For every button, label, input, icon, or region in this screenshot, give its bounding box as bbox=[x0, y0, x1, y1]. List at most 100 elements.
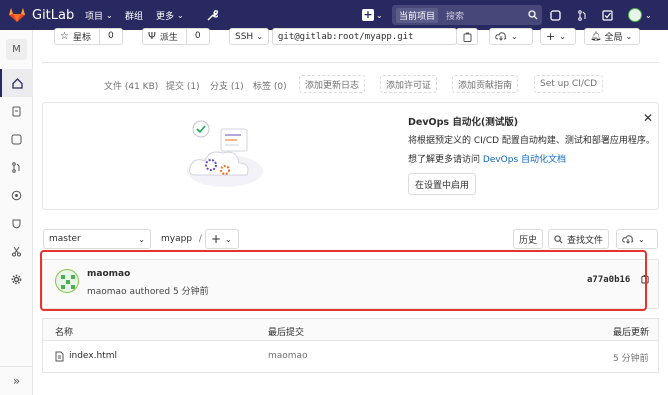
breadcrumb-project[interactable]: myapp bbox=[161, 234, 192, 244]
breadcrumb-separator: / bbox=[198, 234, 202, 244]
sidebar-item-project[interactable] bbox=[0, 69, 33, 97]
todos-icon[interactable] bbox=[602, 0, 613, 30]
file-last-commit[interactable]: maomao bbox=[268, 351, 308, 361]
star-label: 星标 bbox=[72, 33, 91, 43]
sidebar-item-repository[interactable] bbox=[0, 97, 33, 125]
nav-more[interactable]: 更多 ⌄ bbox=[156, 0, 184, 30]
sidebar-item-settings[interactable] bbox=[0, 265, 33, 293]
chevron-down-icon: ⌄ bbox=[559, 32, 566, 41]
plus-icon: + bbox=[546, 30, 556, 43]
column-header-last-update: 最后更新 bbox=[613, 328, 650, 338]
banner-title: DevOps 自动化(测试版) bbox=[408, 117, 519, 128]
add-to-tree-button[interactable]: + ⌄ bbox=[540, 28, 576, 45]
sidebar-item-merge-requests[interactable] bbox=[0, 153, 33, 181]
chevron-down-icon: ⌄ bbox=[177, 10, 184, 20]
chevron-down-icon: ⌄ bbox=[376, 10, 383, 20]
issues-icon[interactable] bbox=[550, 0, 561, 30]
sidebar-item-snippets[interactable] bbox=[0, 237, 33, 265]
learn-more-prefix: 想了解更多请访问 bbox=[408, 155, 481, 165]
star-button[interactable]: ☆ 星标 0 bbox=[54, 28, 123, 45]
double-chevron-right-icon: » bbox=[12, 373, 21, 388]
branch-select[interactable]: master ⌄ bbox=[43, 229, 151, 249]
cloud-download-icon bbox=[495, 32, 507, 41]
find-file-button[interactable]: 查找文件 bbox=[548, 229, 610, 249]
search-scope-badge: 当前项目 bbox=[396, 7, 439, 23]
nav-groups[interactable]: 群组 bbox=[125, 0, 143, 30]
project-sidebar: M » bbox=[0, 30, 33, 395]
plus-icon: + bbox=[362, 8, 374, 21]
user-avatar bbox=[628, 8, 642, 22]
user-menu[interactable]: ⌄ bbox=[628, 0, 652, 30]
devops-docs-link[interactable]: DevOps 自动化文档 bbox=[483, 155, 566, 165]
clone-protocol-label: SSH bbox=[235, 31, 254, 42]
download-button[interactable]: ⌄ bbox=[489, 28, 533, 45]
banner-learn-more: 想了解更多请访问 DevOps 自动化文档 bbox=[408, 152, 566, 165]
home-icon bbox=[12, 77, 23, 89]
close-icon[interactable]: ✕ bbox=[643, 111, 653, 125]
issues-icon bbox=[11, 134, 22, 144]
gitlab-logo[interactable]: GitLab bbox=[8, 0, 74, 30]
fork-label: 派生 bbox=[159, 33, 178, 43]
devops-banner: DevOps 自动化(测试版) 将根据预定义的 CI/CD 配置自动构建、测试和… bbox=[42, 102, 659, 210]
sidebar-item-cicd[interactable] bbox=[0, 181, 33, 209]
gear-icon bbox=[11, 274, 22, 284]
shield-icon bbox=[12, 219, 21, 229]
star-count[interactable]: 0 bbox=[98, 29, 122, 44]
admin-wrench-icon[interactable] bbox=[206, 0, 218, 30]
plus-icon: + bbox=[211, 232, 222, 246]
clone-url-field[interactable]: git@gitlab:root/myapp.git bbox=[272, 28, 457, 45]
column-header-name: 名称 bbox=[55, 328, 74, 338]
download-button-2[interactable]: ⌄ bbox=[616, 229, 658, 249]
add-license-button[interactable]: 添加许可证 bbox=[380, 75, 438, 93]
file-name-link[interactable]: index.html bbox=[69, 351, 117, 361]
enable-in-settings-button[interactable]: 在设置中启用 bbox=[408, 173, 477, 195]
chevron-down-icon: ⌄ bbox=[256, 32, 263, 41]
search-box[interactable]: 当前项目 搜索 bbox=[392, 0, 542, 30]
chevron-down-icon: ⌄ bbox=[625, 32, 633, 41]
column-header-last-commit: 最后提交 bbox=[268, 328, 305, 338]
merge-requests-icon[interactable] bbox=[577, 0, 588, 30]
add-file-button[interactable]: + ⌄ bbox=[205, 229, 239, 249]
stat-tags[interactable]: 标签 (0) bbox=[253, 79, 287, 92]
clipboard-icon bbox=[463, 32, 471, 42]
stat-branches[interactable]: 分支 (1) bbox=[210, 79, 244, 92]
file-icon bbox=[55, 351, 64, 362]
sidebar-item-operations[interactable] bbox=[0, 209, 33, 237]
stat-files[interactable]: 文件 (41 KB) bbox=[104, 79, 158, 92]
notification-button[interactable]: 🔔︎ 全局 ⌄ bbox=[584, 28, 640, 45]
add-contributing-button[interactable]: 添加贡献指南 bbox=[452, 75, 519, 93]
fox-icon bbox=[8, 7, 26, 23]
history-button[interactable]: 历史 bbox=[513, 229, 544, 249]
cloud-download-icon bbox=[622, 234, 634, 244]
notification-label: 全局 bbox=[604, 33, 623, 43]
merge-request-icon bbox=[12, 161, 20, 173]
chevron-down-icon: ⌄ bbox=[225, 234, 232, 244]
sidebar-item-issues[interactable] bbox=[0, 125, 33, 153]
add-changelog-button[interactable]: 添加更新日志 bbox=[299, 75, 366, 93]
copy-url-button[interactable] bbox=[456, 28, 478, 45]
nav-more-label: 更多 bbox=[156, 11, 175, 22]
collapse-sidebar-button[interactable]: » bbox=[0, 366, 33, 394]
nav-projects[interactable]: 项目 ⌄ bbox=[85, 0, 113, 30]
stat-commits[interactable]: 提交 (1) bbox=[166, 79, 200, 92]
rocket-icon bbox=[11, 190, 22, 200]
star-icon: ☆ bbox=[60, 31, 69, 42]
project-avatar[interactable]: M bbox=[6, 39, 27, 60]
devops-illustration bbox=[183, 113, 268, 193]
search-input[interactable]: 搜索 bbox=[446, 9, 528, 22]
setup-cicd-button[interactable]: Set up CI/CD bbox=[534, 75, 604, 93]
fork-button[interactable]: Ψ 派生 0 bbox=[142, 28, 210, 45]
fork-count[interactable]: 0 bbox=[185, 29, 209, 44]
new-item-button[interactable]: + ⌄ bbox=[362, 0, 383, 30]
chevron-down-icon: ⌄ bbox=[645, 10, 652, 20]
brand-name: GitLab bbox=[32, 7, 75, 23]
chevron-down-icon: ⌄ bbox=[138, 234, 145, 244]
chevron-down-icon: ⌄ bbox=[106, 10, 113, 20]
table-row[interactable]: index.html maomao 5 分钟前 bbox=[42, 340, 659, 373]
clone-protocol-select[interactable]: SSH ⌄ bbox=[229, 28, 269, 45]
scissors-icon bbox=[12, 246, 21, 256]
banner-description: 将根据预定义的 CI/CD 配置自动构建、测试和部署应用程序。 bbox=[408, 136, 655, 146]
clone-url-text: git@gitlab:root/myapp.git bbox=[278, 31, 414, 42]
file-table-header: 名称 最后提交 最后更新 bbox=[42, 318, 659, 341]
divider bbox=[42, 62, 659, 63]
